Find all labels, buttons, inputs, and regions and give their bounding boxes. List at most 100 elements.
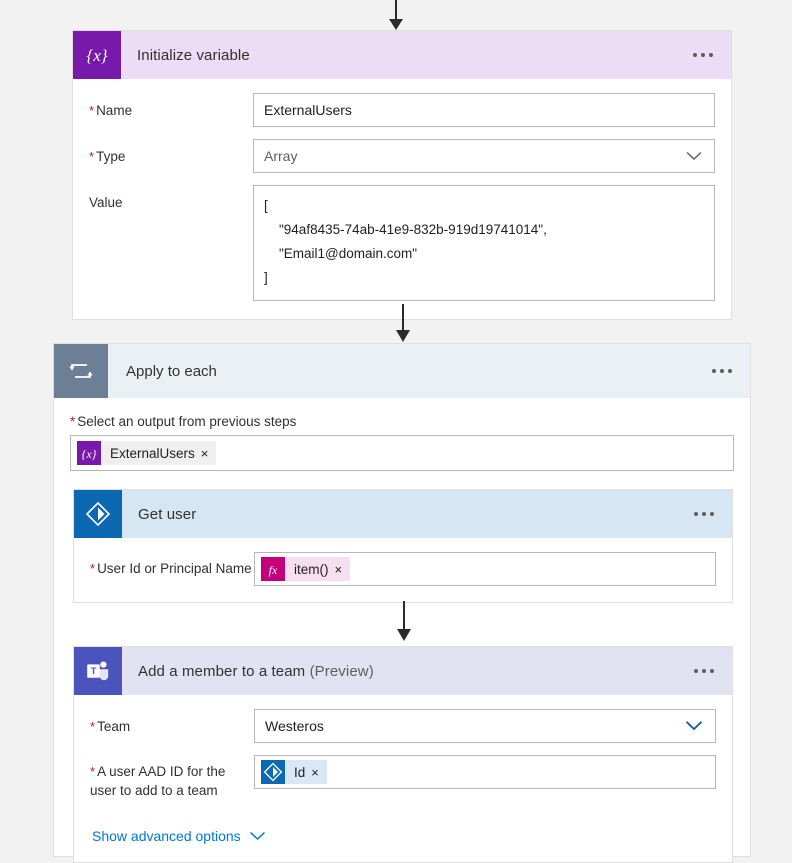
variable-braces-icon: {x} xyxy=(73,31,121,79)
preview-badge: (Preview) xyxy=(309,662,374,680)
variable-name-input[interactable]: ExternalUsers xyxy=(253,93,715,127)
connector-to-apply-to-each xyxy=(393,304,413,342)
field-label-type: * Type xyxy=(89,149,126,164)
connector-get-user-to-teams xyxy=(394,601,414,641)
svg-text:fx: fx xyxy=(269,563,278,577)
field-control-value: [ "94af8435-74ab-41e9-832b-919d19741014"… xyxy=(253,185,715,301)
chevron-down-icon xyxy=(249,828,266,844)
show-advanced-options-label: Show advanced options xyxy=(92,828,241,844)
function-fx-icon: fx xyxy=(261,557,285,581)
ellipsis-dot xyxy=(702,512,706,516)
show-advanced-options-link[interactable]: Show advanced options xyxy=(90,828,266,844)
ellipsis-dot xyxy=(694,669,698,673)
microsoft-teams-icon: T xyxy=(74,647,122,695)
variable-value-line: "94af8435-74ab-41e9-832b-919d19741014", xyxy=(264,222,547,237)
card-menu-add-member-to-team[interactable] xyxy=(690,663,718,679)
card-title-get-user: Get user xyxy=(138,505,197,523)
field-control-team: Westeros xyxy=(254,709,716,743)
variable-braces-icon: {x} xyxy=(77,441,101,465)
field-label-aad-id: * A user AAD ID for the user to add to a … xyxy=(90,764,226,798)
field-label-name: * Name xyxy=(89,103,133,118)
variable-value-line: [ xyxy=(264,198,268,213)
field-control-type: Array xyxy=(253,139,715,173)
loop-repeat-icon xyxy=(54,344,108,398)
variable-name-value: ExternalUsers xyxy=(264,102,352,118)
field-label-value: Value xyxy=(89,195,123,210)
required-asterisk: * xyxy=(70,414,76,429)
card-menu-get-user[interactable] xyxy=(690,506,718,522)
card-body-get-user: * User Id or Principal Name fx item() × xyxy=(74,538,732,602)
team-dropdown[interactable]: Westeros xyxy=(254,709,716,743)
token-remove-icon[interactable]: × xyxy=(335,563,351,576)
card-title-add-member-to-team: Add a member to a team (Preview) xyxy=(122,663,374,680)
field-label-user-id: * User Id or Principal Name xyxy=(90,561,252,576)
card-apply-to-each[interactable]: Apply to each * Select an output from pre… xyxy=(53,343,751,863)
required-asterisk: * xyxy=(90,719,96,734)
card-body-initialize-variable: * Name ExternalUsers * Type Array Value … xyxy=(73,79,731,319)
variable-value-line: "Email1@domain.com" xyxy=(264,246,418,261)
token-chip-item[interactable]: fx item() × xyxy=(261,557,351,581)
apply-to-each-output-input[interactable]: {x} ExternalUsers × xyxy=(70,435,734,471)
card-initialize-variable[interactable]: {x} Initialize variable * Name ExternalUs… xyxy=(72,30,732,320)
variable-type-value: Array xyxy=(264,148,298,164)
ellipsis-dot xyxy=(693,53,697,57)
token-label: Id xyxy=(294,764,306,780)
variable-type-dropdown[interactable]: Array xyxy=(253,139,715,173)
token-remove-icon[interactable]: × xyxy=(311,766,327,779)
field-row-team: * Team Westeros xyxy=(90,709,716,743)
card-menu-apply-to-each[interactable] xyxy=(708,363,736,379)
chevron-down-icon[interactable] xyxy=(685,718,703,734)
required-asterisk: * xyxy=(89,103,95,118)
card-title-apply-to-each: Apply to each xyxy=(126,362,217,380)
token-remove-icon[interactable]: × xyxy=(201,447,217,460)
card-header-add-member-to-team[interactable]: T Add a member to a team (Preview) xyxy=(74,647,732,695)
field-row-value: Value [ "94af8435-74ab-41e9-832b-919d197… xyxy=(89,185,715,301)
variable-value-line: ] xyxy=(264,270,268,285)
ellipsis-dot xyxy=(709,53,713,57)
required-asterisk: * xyxy=(90,561,96,576)
connector-top xyxy=(0,0,792,30)
token-label: ExternalUsers xyxy=(110,445,195,461)
field-control-name: ExternalUsers xyxy=(253,93,715,127)
field-control-aad-id: Id × xyxy=(254,755,716,789)
field-row-type: * Type Array xyxy=(89,139,715,173)
card-header-get-user[interactable]: Get user xyxy=(74,490,732,538)
field-row-name: * Name ExternalUsers xyxy=(89,93,715,127)
ellipsis-dot xyxy=(702,669,706,673)
azure-ad-diamond-icon xyxy=(261,760,285,784)
card-title-initialize-variable: Initialize variable xyxy=(137,46,250,64)
chevron-down-icon xyxy=(686,148,702,164)
team-value: Westeros xyxy=(265,718,324,734)
field-row-user-id: * User Id or Principal Name fx item() × xyxy=(90,552,716,586)
svg-text:{x}: {x} xyxy=(82,447,97,461)
card-body-add-member-to-team: * Team Westeros * A user AAD ID for the … xyxy=(74,695,732,862)
svg-text:T: T xyxy=(91,666,97,677)
azure-ad-diamond-icon xyxy=(74,490,122,538)
user-id-input[interactable]: fx item() × xyxy=(254,552,716,586)
field-row-aad-id: * A user AAD ID for the user to add to a … xyxy=(90,755,716,800)
apply-to-each-output-label: * Select an output from previous steps xyxy=(70,414,297,429)
token-label: item() xyxy=(294,561,329,577)
card-add-member-to-team[interactable]: T Add a member to a team (Preview) * Team xyxy=(73,646,733,863)
required-asterisk: * xyxy=(90,764,96,779)
required-asterisk: * xyxy=(89,149,95,164)
card-header-initialize-variable[interactable]: {x} Initialize variable xyxy=(73,31,731,79)
card-title-text: Add a member to a team xyxy=(138,662,306,680)
card-header-apply-to-each[interactable]: Apply to each xyxy=(54,344,750,398)
ellipsis-dot xyxy=(712,369,716,373)
ellipsis-dot xyxy=(701,53,705,57)
ellipsis-dot xyxy=(720,369,724,373)
field-label-team: * Team xyxy=(90,719,131,734)
token-chip-id[interactable]: Id × xyxy=(261,760,327,784)
token-chip-externalusers[interactable]: {x} ExternalUsers × xyxy=(77,441,217,465)
variable-value-textarea[interactable]: [ "94af8435-74ab-41e9-832b-919d19741014"… xyxy=(253,185,715,301)
ellipsis-dot xyxy=(710,669,714,673)
field-control-user-id: fx item() × xyxy=(254,552,716,586)
card-menu-initialize-variable[interactable] xyxy=(689,47,717,63)
ellipsis-dot xyxy=(694,512,698,516)
card-get-user[interactable]: Get user * User Id or Principal Name fx … xyxy=(73,489,733,603)
ellipsis-dot xyxy=(728,369,732,373)
card-body-apply-to-each: * Select an output from previous steps {x… xyxy=(54,398,750,471)
aad-id-input[interactable]: Id × xyxy=(254,755,716,789)
svg-text:{x}: {x} xyxy=(86,46,107,65)
